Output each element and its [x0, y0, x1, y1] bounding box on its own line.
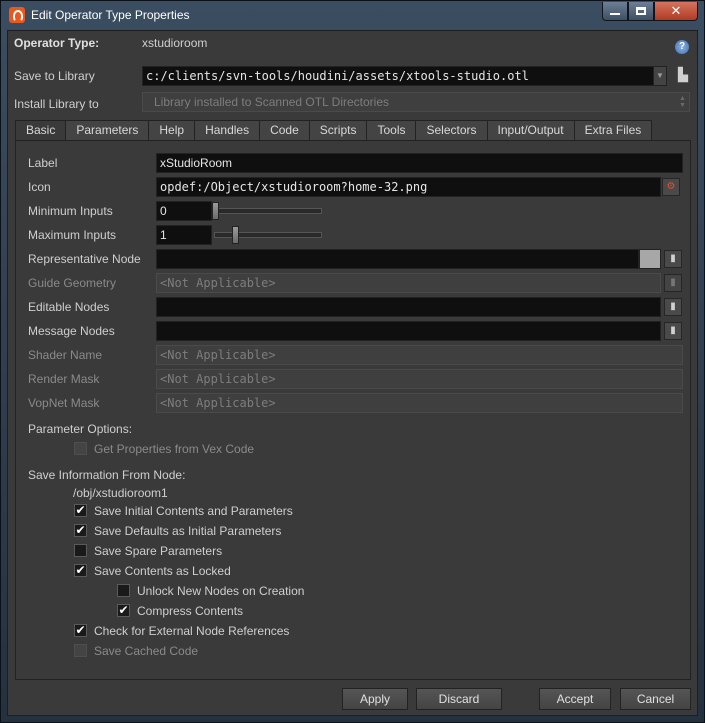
- check-external-label: Check for External Node References: [94, 624, 290, 638]
- label-field[interactable]: xStudioRoom: [156, 153, 683, 173]
- dialog-window: Edit Operator Type Properties ✕ Operator…: [0, 0, 705, 723]
- guide-geometry-field: <Not Applicable>: [156, 273, 661, 293]
- tab-help[interactable]: Help: [148, 120, 196, 140]
- tab-parameters[interactable]: Parameters: [65, 120, 150, 140]
- apply-button[interactable]: Apply: [342, 688, 408, 710]
- guide-geometry-label: Guide Geometry: [28, 276, 117, 290]
- save-initial-label: Save Initial Contents and Parameters: [94, 504, 293, 518]
- compress-checkbox[interactable]: ✔: [117, 604, 130, 617]
- icon-label: Icon: [28, 180, 51, 194]
- tab-tools[interactable]: Tools: [366, 120, 417, 140]
- minimize-button[interactable]: [602, 2, 628, 21]
- install-library-spinner-icon: ▲ ▼: [679, 95, 686, 109]
- save-to-library-field[interactable]: c:/clients/svn-tools/houdini/assets/xtoo…: [142, 66, 654, 86]
- save-to-library-label: Save to Library: [14, 69, 95, 83]
- min-inputs-slider-track[interactable]: [214, 208, 322, 214]
- editable-nodes-field[interactable]: [156, 297, 661, 317]
- discard-button[interactable]: Discard: [416, 688, 502, 710]
- min-inputs-label: Minimum Inputs: [28, 204, 113, 218]
- save-info-label: Save Information From Node:: [28, 468, 186, 482]
- library-dropdown-arrow-icon[interactable]: ▼: [653, 66, 667, 86]
- file-browse-icon[interactable]: ⚙: [662, 178, 680, 196]
- parameter-options-label: Parameter Options:: [28, 422, 133, 436]
- guide-geometry-picker-icon: ▮: [664, 274, 682, 292]
- tab-basic[interactable]: Basic: [15, 120, 67, 141]
- compress-label: Compress Contents: [137, 604, 244, 618]
- library-icon[interactable]: ▙: [674, 67, 692, 85]
- cancel-button[interactable]: Cancel: [620, 688, 691, 710]
- save-cached-label: Save Cached Code: [94, 644, 199, 658]
- accept-button[interactable]: Accept: [539, 688, 611, 710]
- editable-nodes-picker-icon[interactable]: ▮: [664, 298, 682, 316]
- tab-bar: Basic Parameters Help Handles Code Scrip…: [15, 120, 653, 141]
- max-inputs-slider-track[interactable]: [214, 232, 322, 238]
- label-label: Label: [28, 156, 58, 170]
- houdini-app-icon: [9, 7, 25, 23]
- operator-type-label: Operator Type:: [14, 36, 100, 50]
- save-spare-checkbox[interactable]: [74, 544, 87, 557]
- minimize-icon: [610, 13, 620, 15]
- window-title: Edit Operator Type Properties: [31, 8, 190, 22]
- render-mask-field: <Not Applicable>: [156, 369, 683, 389]
- representative-node-label: Representative Node: [28, 252, 141, 266]
- max-inputs-label: Maximum Inputs: [28, 228, 117, 242]
- max-inputs-field[interactable]: 1: [156, 225, 212, 245]
- save-locked-checkbox[interactable]: ✔: [74, 564, 87, 577]
- close-icon: ✕: [670, 3, 682, 18]
- save-spare-label: Save Spare Parameters: [94, 544, 223, 558]
- vopnet-mask-label: VopNet Mask: [28, 396, 100, 410]
- node-picker-icon[interactable]: ▮: [664, 250, 682, 268]
- save-defaults-checkbox[interactable]: ✔: [74, 524, 87, 537]
- get-props-vex-checkbox: [74, 442, 87, 455]
- min-inputs-slider-handle[interactable]: [212, 202, 219, 220]
- unlock-new-checkbox[interactable]: [117, 584, 130, 597]
- dialog-body: Operator Type: xstudioroom ? Save to Lib…: [7, 30, 698, 716]
- install-library-select[interactable]: Library installed to Scanned OTL Directo…: [142, 92, 690, 112]
- title-bar[interactable]: Edit Operator Type Properties ✕: [1, 1, 704, 29]
- node-path: /obj/xstudioroom1: [73, 486, 168, 500]
- tab-code[interactable]: Code: [259, 120, 310, 140]
- shader-name-field: <Not Applicable>: [156, 345, 683, 365]
- close-button[interactable]: ✕: [654, 2, 698, 21]
- save-cached-checkbox: [74, 644, 87, 657]
- maximize-icon: [636, 7, 646, 15]
- vopnet-mask-field: <Not Applicable>: [156, 393, 683, 413]
- operator-type-value: xstudioroom: [142, 36, 208, 50]
- unlock-new-label: Unlock New Nodes on Creation: [137, 584, 305, 598]
- message-nodes-field[interactable]: [156, 321, 661, 341]
- save-locked-label: Save Contents as Locked: [94, 564, 231, 578]
- check-external-checkbox[interactable]: ✔: [74, 624, 87, 637]
- message-nodes-label: Message Nodes: [28, 324, 115, 338]
- editable-nodes-label: Editable Nodes: [28, 300, 110, 314]
- get-props-vex-label: Get Properties from Vex Code: [94, 442, 255, 456]
- tab-input-output[interactable]: Input/Output: [486, 120, 575, 140]
- tab-extra-files[interactable]: Extra Files: [573, 120, 653, 140]
- tab-handles[interactable]: Handles: [194, 120, 261, 140]
- render-mask-label: Render Mask: [28, 372, 100, 386]
- max-inputs-slider-handle[interactable]: [232, 226, 240, 244]
- tab-scripts[interactable]: Scripts: [308, 120, 368, 140]
- shader-name-label: Shader Name: [28, 348, 103, 362]
- save-defaults-label: Save Defaults as Initial Parameters: [94, 524, 282, 538]
- maximize-button[interactable]: [628, 2, 654, 21]
- install-library-label: Install Library to: [14, 97, 99, 111]
- help-icon[interactable]: ?: [675, 40, 689, 54]
- save-initial-checkbox[interactable]: ✔: [74, 504, 87, 517]
- tab-selectors[interactable]: Selectors: [415, 120, 488, 140]
- icon-field[interactable]: opdef:/Object/xstudioroom?home-32.png: [156, 177, 661, 197]
- window-controls: ✕: [602, 2, 698, 21]
- representative-node-color-swatch[interactable]: [639, 249, 661, 269]
- message-nodes-picker-icon[interactable]: ▮: [664, 322, 682, 340]
- representative-node-field[interactable]: [156, 249, 639, 269]
- min-inputs-field[interactable]: 0: [156, 201, 212, 221]
